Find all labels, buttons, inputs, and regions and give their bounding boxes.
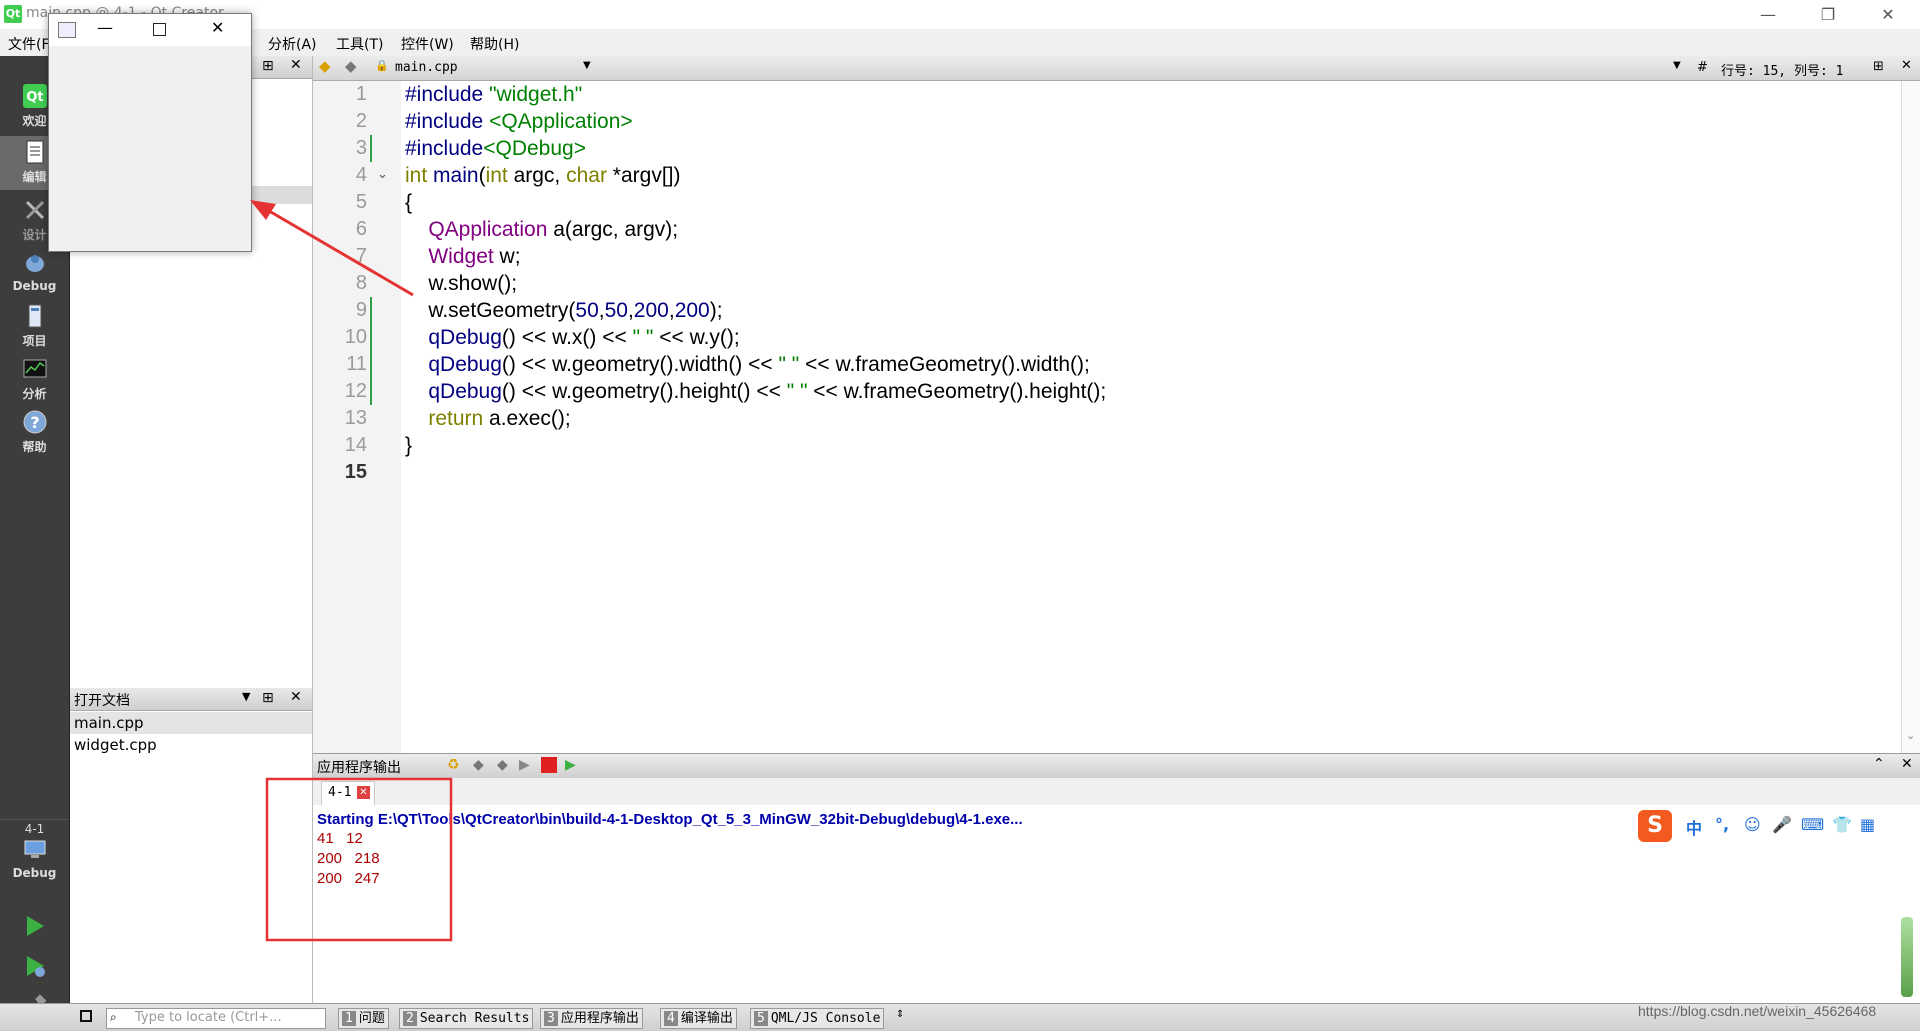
annotation-arrow	[263, 206, 414, 297]
annotation-highlight-box	[265, 777, 453, 942]
annotation-arrowhead	[250, 200, 276, 220]
annotation-overlay	[250, 200, 453, 942]
